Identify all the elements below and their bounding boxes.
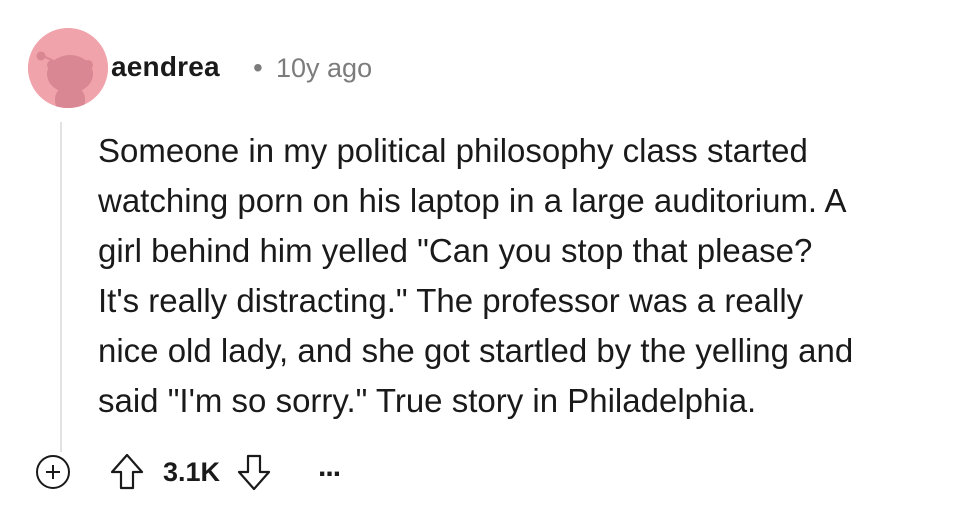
upvote-button[interactable] bbox=[107, 452, 147, 492]
meta-separator: • bbox=[253, 52, 263, 83]
thread-line[interactable] bbox=[60, 122, 62, 452]
vote-score: 3.1K bbox=[163, 456, 221, 487]
downvote-arrow-icon bbox=[237, 454, 271, 491]
comment-body: Someone in my political philosophy class… bbox=[98, 132, 854, 419]
snoo-avatar-icon bbox=[28, 28, 108, 108]
downvote-button[interactable] bbox=[234, 452, 274, 492]
comment-age[interactable]: 10y ago bbox=[276, 53, 372, 84]
more-options-button[interactable]: ... bbox=[318, 452, 341, 482]
upvote-arrow-icon bbox=[110, 453, 144, 490]
comment-actions: 3.1K ... bbox=[36, 448, 341, 496]
plus-circle-icon bbox=[46, 465, 60, 479]
avatar[interactable] bbox=[28, 28, 108, 108]
expand-thread-button[interactable] bbox=[36, 455, 70, 489]
username[interactable]: aendrea bbox=[111, 51, 220, 83]
